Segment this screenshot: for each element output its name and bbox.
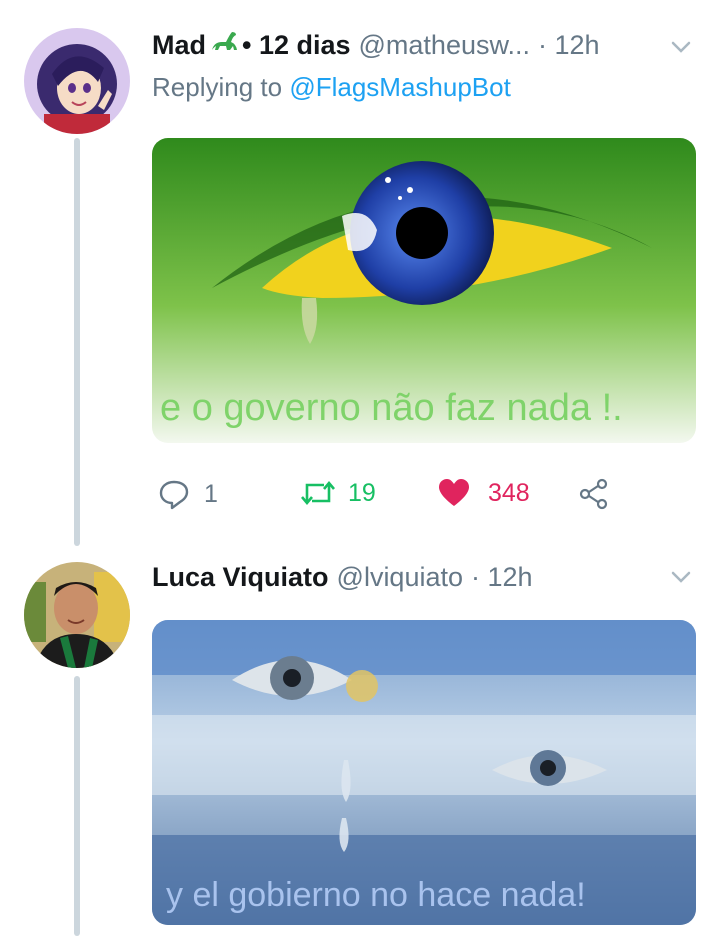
timestamp-days: • 12 dias: [242, 30, 351, 60]
avatar[interactable]: [24, 28, 130, 134]
retweet-count: 19: [348, 478, 376, 507]
display-name[interactable]: Mad: [152, 30, 206, 61]
retweet-button[interactable]: 19: [300, 478, 376, 508]
share-button[interactable]: [578, 478, 610, 510]
avatar[interactable]: [24, 562, 130, 668]
tweet-media-image[interactable]: y el gobierno no hace nada!: [152, 620, 696, 925]
chevron-down-icon[interactable]: [670, 570, 692, 584]
media-caption: e o governo não faz nada !.: [160, 387, 623, 429]
thread-line-2: [74, 676, 80, 936]
user-handle[interactable]: @lviquiato: [337, 562, 463, 593]
user-handle[interactable]: @matheusw...: [359, 30, 530, 61]
avatar-image: [24, 28, 130, 134]
replying-prefix: Replying to: [152, 72, 283, 102]
like-count: 348: [488, 478, 530, 507]
retweet-icon: [301, 480, 335, 506]
tweet-actions: 1 19 348: [152, 478, 622, 522]
tweet-header: Luca Viquiato @lviquiato · 12h: [152, 562, 533, 593]
heart-icon: [439, 479, 469, 506]
share-icon: [579, 478, 608, 510]
tweet-time: · 12h: [538, 30, 600, 60]
like-button[interactable]: 348: [438, 478, 530, 508]
brazil-eye-image: e o governo não faz nada !.: [152, 138, 696, 443]
thread-line-1: [74, 138, 80, 546]
tweet-media-image[interactable]: e o governo não faz nada !.: [152, 138, 696, 443]
replying-handle-link[interactable]: @FlagsMashupBot: [289, 72, 511, 102]
display-name[interactable]: Luca Viquiato: [152, 562, 329, 593]
reply-button[interactable]: 1: [158, 478, 218, 510]
media-caption: y el gobierno no hace nada!: [166, 876, 586, 914]
argentina-eyes-image: y el gobierno no hace nada!: [152, 620, 696, 925]
sauropod-emoji-icon: [212, 32, 237, 50]
replying-to: Replying to @FlagsMashupBot: [152, 72, 511, 103]
avatar-image: [24, 562, 130, 668]
reply-icon: [159, 480, 189, 510]
tweet-time: · 12h: [471, 562, 533, 592]
chevron-down-icon[interactable]: [670, 40, 692, 54]
reply-count: 1: [204, 479, 218, 508]
tweet-header: Mad • 12 dias @matheusw... · 12h: [152, 30, 600, 61]
